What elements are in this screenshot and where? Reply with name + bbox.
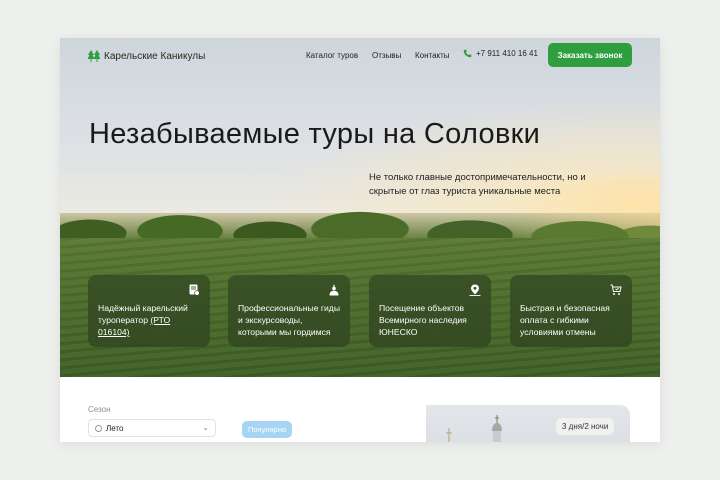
season-filter-label: Сезон xyxy=(88,405,111,414)
feature-card-operator: Надёжный карельский туроператор (РТО 016… xyxy=(88,275,210,347)
sun-icon xyxy=(95,424,102,432)
cart-check-icon xyxy=(610,284,622,295)
hero-title: Незабываемые туры на Соловки xyxy=(89,118,541,150)
nav-contacts[interactable]: Контакты xyxy=(415,51,450,60)
feature-card-guides: Профессиональные гиды и экскурсоводы, ко… xyxy=(228,275,350,347)
pine-trees-icon xyxy=(88,50,100,62)
church-dome-icon xyxy=(492,415,502,442)
phone-link[interactable]: +7 911 410 16 41 xyxy=(463,49,538,58)
feature-text: Быстрая и безопасная оплата с гибкими ус… xyxy=(520,303,610,337)
feature-text: Надёжный карельский туроператор xyxy=(98,303,188,325)
chevron-down-icon: ⌄ xyxy=(202,423,209,432)
phone-icon xyxy=(463,49,472,58)
popular-badge: Популярно xyxy=(242,421,293,438)
call-request-button[interactable]: Заказать звонок xyxy=(548,43,632,67)
feature-text: Посещение объектов Всемирного наследия Ю… xyxy=(379,303,467,337)
cross-icon xyxy=(446,428,452,442)
document-check-icon xyxy=(189,284,200,296)
brand-name: Карельские Каникулы xyxy=(104,50,206,62)
nav-catalog[interactable]: Каталог туров xyxy=(306,51,358,60)
hero-section: Карельские Каникулы Каталог туров Отзывы… xyxy=(60,38,660,377)
hero-subtitle: Не только главные достопримечательности,… xyxy=(369,172,586,197)
feature-card-unesco: Посещение объектов Всемирного наследия Ю… xyxy=(369,275,491,347)
logo[interactable]: Карельские Каникулы xyxy=(88,49,205,63)
tour-duration-badge: 3 дня/2 ночи xyxy=(556,418,615,435)
season-value: Лето xyxy=(106,423,124,433)
guide-person-icon xyxy=(329,284,339,296)
map-pin-icon xyxy=(469,284,481,296)
phone-number: +7 911 410 16 41 xyxy=(476,49,538,58)
feature-card-payment: Быстрая и безопасная оплата с гибкими ус… xyxy=(510,275,632,347)
season-select[interactable]: Лето ⌄ xyxy=(88,419,216,437)
tour-card[interactable]: Популярно 3 дня/2 ночи xyxy=(226,405,630,442)
feature-text: Профессиональные гиды и экскурсоводы, ко… xyxy=(238,303,340,337)
page-card: Карельские Каникулы Каталог туров Отзывы… xyxy=(60,38,660,442)
nav-reviews[interactable]: Отзывы xyxy=(372,51,401,60)
